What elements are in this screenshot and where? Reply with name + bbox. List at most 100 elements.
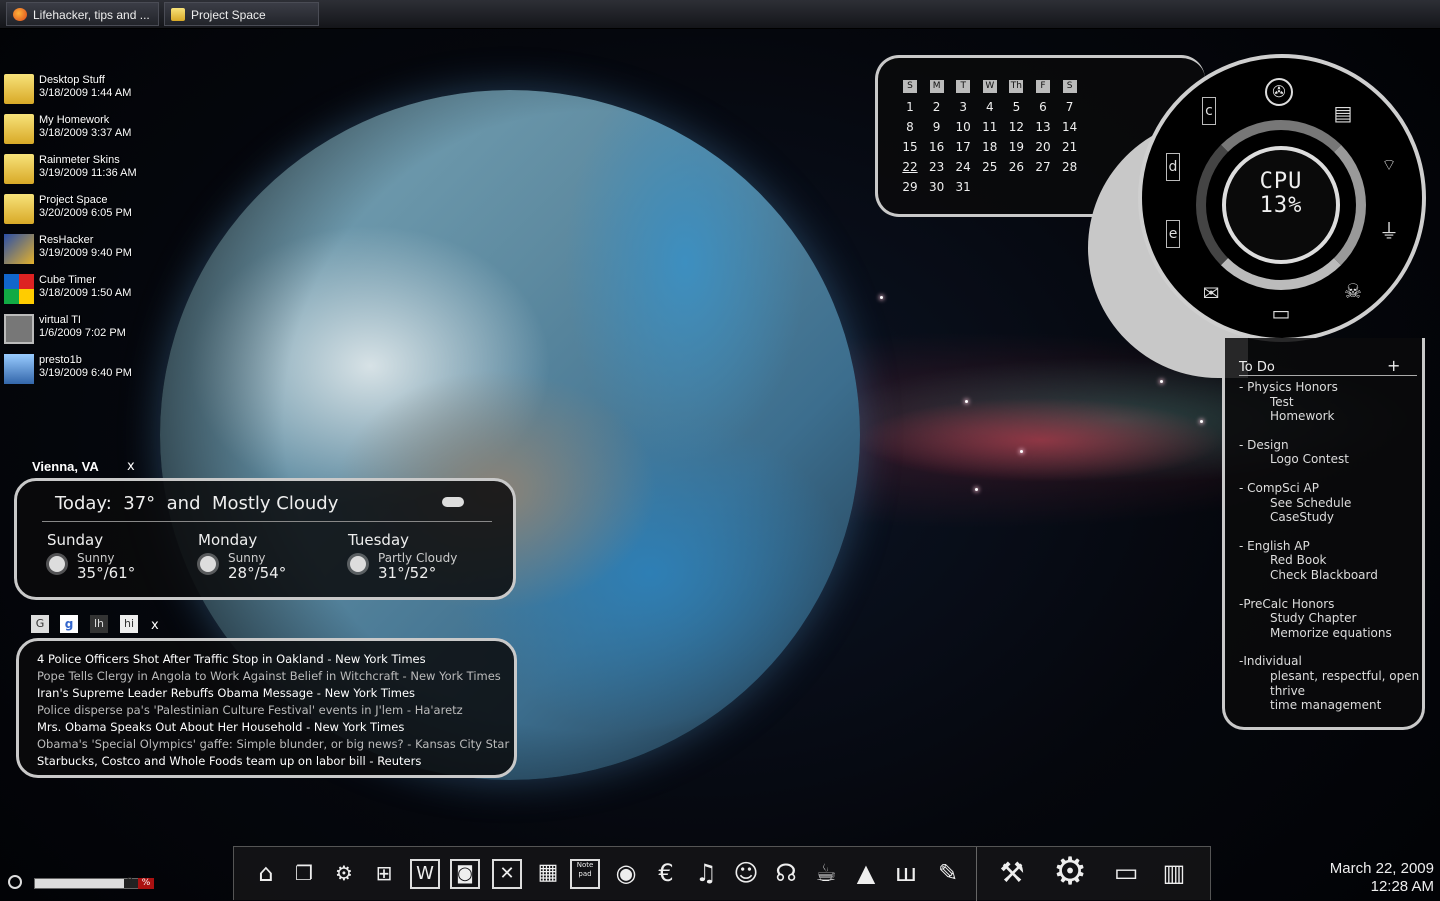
putty-icon[interactable]: ш: [890, 857, 922, 889]
news-item[interactable]: Obama's 'Special Olympics' gaffe: Simple…: [37, 737, 509, 751]
calendar-day[interactable]: 14: [1058, 120, 1082, 134]
calendar-day[interactable]: 25: [978, 160, 1002, 174]
power-icon[interactable]: [8, 875, 22, 889]
settings-window-icon[interactable]: ⚙: [328, 857, 360, 889]
publisher-icon[interactable]: ◙: [450, 859, 480, 889]
d-drive-icon[interactable]: d: [1166, 153, 1180, 181]
todo-group-heading[interactable]: - Physics Honors: [1239, 380, 1338, 394]
calendar-day[interactable]: 1: [898, 100, 922, 114]
calendar-day[interactable]: 13: [1031, 120, 1055, 134]
documents-icon[interactable]: ❐: [288, 857, 320, 889]
lifehacker-icon[interactable]: lh: [90, 615, 108, 633]
todo-item[interactable]: CaseStudy: [1270, 510, 1334, 524]
calendar-day[interactable]: 6: [1031, 100, 1055, 114]
calendar-day[interactable]: 30: [925, 180, 949, 194]
calendar-day[interactable]: 31: [951, 180, 975, 194]
news-close-button[interactable]: x: [151, 618, 159, 633]
todo-group-heading[interactable]: -Individual: [1239, 654, 1302, 668]
calendar-day[interactable]: 2: [925, 100, 949, 114]
calendar-day[interactable]: 10: [951, 120, 975, 134]
todo-group-heading[interactable]: - Design: [1239, 438, 1289, 452]
calendar-day[interactable]: 8: [898, 120, 922, 134]
news-item[interactable]: Starbucks, Costco and Whole Foods team u…: [37, 754, 421, 768]
desktop-icon-desktop-stuff[interactable]: Desktop Stuff 3/18/2009 1:44 AM: [4, 74, 174, 110]
news-item[interactable]: Iran's Supreme Leader Rebuffs Obama Mess…: [37, 686, 415, 700]
mercedes-logo-icon[interactable]: ✇: [1265, 78, 1293, 106]
todo-item[interactable]: Study Chapter: [1270, 611, 1356, 625]
todo-item[interactable]: Homework: [1270, 409, 1334, 423]
eclipse-icon[interactable]: €: [650, 857, 682, 889]
calendar-day[interactable]: 9: [925, 120, 949, 134]
gear-icon[interactable]: ⚙: [1048, 849, 1092, 893]
calendar-day[interactable]: 26: [1004, 160, 1028, 174]
vlc-icon[interactable]: ▲: [850, 857, 882, 889]
desktop-icon-presto1b[interactable]: presto1b 3/19/2009 6:40 PM: [4, 354, 174, 390]
todo-item[interactable]: time management: [1270, 698, 1381, 712]
calendar-day[interactable]: 4: [978, 100, 1002, 114]
pen-icon[interactable]: ✎: [932, 857, 964, 889]
calendar-day[interactable]: 18: [978, 140, 1002, 154]
taskbar-tab-lifehacker[interactable]: Lifehacker, tips and ...: [6, 2, 159, 26]
calendar-day[interactable]: 27: [1031, 160, 1055, 174]
calendar-day[interactable]: 21: [1058, 140, 1082, 154]
desktop-icon-virtual-ti[interactable]: virtual TI 1/6/2009 7:02 PM: [4, 314, 174, 350]
network-icon[interactable]: ⊞: [368, 857, 400, 889]
calendar-day[interactable]: 11: [978, 120, 1002, 134]
news-item[interactable]: 4 Police Officers Shot After Traffic Sto…: [37, 652, 426, 666]
calendar-day[interactable]: 12: [1004, 120, 1028, 134]
weather-close-button[interactable]: x: [127, 459, 135, 474]
todo-item[interactable]: thrive: [1270, 684, 1305, 698]
calendar-day[interactable]: 5: [1004, 100, 1028, 114]
calendar-day[interactable]: 3: [951, 100, 975, 114]
home-icon[interactable]: ⌂: [250, 857, 282, 889]
calendar-day[interactable]: 17: [951, 140, 975, 154]
todo-add-button[interactable]: +: [1387, 356, 1400, 375]
calendar-day[interactable]: 15: [898, 140, 922, 154]
laptop-icon[interactable]: ▭: [1268, 300, 1294, 326]
todo-item[interactable]: See Schedule: [1270, 496, 1351, 510]
wireless-icon[interactable]: ⌔: [1376, 152, 1402, 178]
news-item[interactable]: Pope Tells Clergy in Angola to Work Agai…: [37, 669, 501, 683]
todo-group-heading[interactable]: - CompSci AP: [1239, 481, 1319, 495]
monitor-icon[interactable]: ▭: [1110, 857, 1142, 889]
calendar-day[interactable]: 23: [925, 160, 949, 174]
desktop-icon-my-homework[interactable]: My Homework 3/18/2009 3:37 AM: [4, 114, 174, 150]
todo-group-heading[interactable]: -PreCalc Honors: [1239, 597, 1334, 611]
trash-icon[interactable]: ▥: [1158, 857, 1190, 889]
todo-item[interactable]: Red Book: [1270, 553, 1326, 567]
desktop-icon-cube-timer[interactable]: Cube Timer 3/18/2009 1:50 AM: [4, 274, 174, 310]
mail-icon[interactable]: ✉: [1198, 280, 1224, 306]
todo-item[interactable]: Check Blackboard: [1270, 568, 1378, 582]
google-news-icon[interactable]: g: [60, 615, 78, 633]
power-plug-icon[interactable]: ⏚: [1376, 218, 1402, 244]
word-icon[interactable]: W: [410, 859, 440, 889]
e-drive-icon[interactable]: e: [1166, 220, 1180, 248]
desktop-icon-reshacker[interactable]: ResHacker 3/19/2009 9:40 PM: [4, 234, 174, 270]
calendar-day[interactable]: 20: [1031, 140, 1055, 154]
battery-icon[interactable]: ▤: [1330, 100, 1356, 126]
desktop-icon-rainmeter-skins[interactable]: Rainmeter Skins 3/19/2009 11:36 AM: [4, 154, 174, 190]
c-drive-icon[interactable]: c: [1202, 97, 1216, 125]
calendar-day[interactable]: 28: [1058, 160, 1082, 174]
firefox-icon[interactable]: ◉: [610, 857, 642, 889]
java-icon[interactable]: ☕: [810, 857, 842, 889]
todo-group-heading[interactable]: - English AP: [1239, 539, 1310, 553]
todo-item[interactable]: Test: [1270, 395, 1294, 409]
notepad-icon[interactable]: Note pad: [570, 859, 600, 889]
headphones-icon[interactable]: ☊: [770, 857, 802, 889]
todo-item[interactable]: Memorize equations: [1270, 626, 1392, 640]
desktop-icon-project-space[interactable]: Project Space 3/20/2009 6:05 PM: [4, 194, 174, 230]
news-item[interactable]: Police disperse pa's 'Palestinian Cultur…: [37, 703, 463, 717]
hacker-icon[interactable]: hi: [120, 615, 138, 633]
todo-item[interactable]: Logo Contest: [1270, 452, 1349, 466]
calendar-day[interactable]: 19: [1004, 140, 1028, 154]
itunes-icon[interactable]: ♫: [690, 857, 722, 889]
gimp-icon[interactable]: ☺: [730, 857, 762, 889]
taskbar-tab-project-space[interactable]: Project Space: [164, 2, 319, 26]
calendar-day[interactable]: 24: [951, 160, 975, 174]
calendar-day[interactable]: 7: [1058, 100, 1082, 114]
calendar-day[interactable]: 16: [925, 140, 949, 154]
excel-icon[interactable]: ✕: [492, 859, 522, 889]
calendar-day[interactable]: 29: [898, 180, 922, 194]
tools-icon[interactable]: ⚒: [996, 857, 1028, 889]
